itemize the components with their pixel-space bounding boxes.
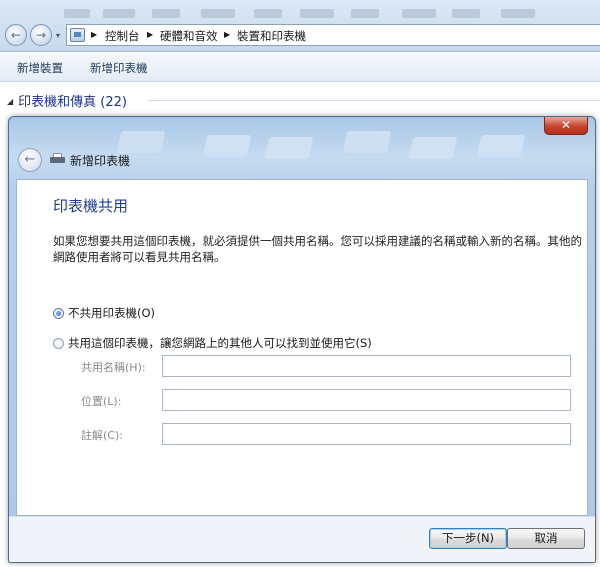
wizard-back-button[interactable]: ← [18, 148, 42, 172]
sharing-description: 如果您想要共用這個印表機，就必須提供一個共用名稱。您可以採用建議的名稱或輸入新的… [53, 234, 582, 264]
no-share-radio[interactable] [53, 308, 64, 319]
breadcrumb-separator-icon: ▶ [91, 30, 98, 39]
breadcrumb-separator-icon[interactable]: ▶ [147, 30, 153, 39]
share-label[interactable]: 共用這個印表機，讓您網路上的其他人可以找到並使用它(S) [68, 336, 372, 350]
close-button[interactable]: ✕ [544, 117, 588, 135]
group-divider [148, 100, 600, 101]
breadcrumb-devices-printers[interactable]: 裝置和印表機 [237, 28, 306, 44]
nav-history-chevron-icon[interactable]: ▾ [56, 31, 60, 40]
cancel-button[interactable]: 取消 [507, 528, 585, 549]
explorer-toolbar: ← → ▾ ▶ 控制台 ▶ 硬體和音效 ▶ 裝置和印表機 [0, 0, 600, 52]
menu-ghost [201, 9, 235, 18]
no-share-option[interactable]: 不共用印表機(O) [53, 305, 155, 321]
control-panel-icon [70, 28, 85, 42]
wizard-content: 印表機共用 如果您想要共用這個印表機，就必須提供一個共用名稱。您可以採用建議的名… [16, 179, 588, 516]
glass-printer-decoration [476, 135, 526, 157]
glass-printer-decoration [264, 137, 314, 159]
share-name-input[interactable] [162, 355, 571, 377]
menu-ghost [152, 9, 180, 18]
comment-label: 註解(C): [81, 429, 123, 442]
printer-group-header[interactable]: ◢ 印表機和傳真 (22) [7, 91, 127, 110]
share-radio[interactable] [53, 338, 64, 349]
breadcrumb-control-panel[interactable]: 控制台 [105, 28, 140, 44]
menu-ghost [300, 9, 334, 18]
collapse-triangle-icon[interactable]: ◢ [7, 97, 13, 106]
menu-ghost [64, 9, 90, 18]
add-device-button[interactable]: 新增裝置 [17, 60, 63, 76]
glass-printer-decoration [342, 131, 392, 153]
group-header-label: 印表機和傳真 (22) [18, 95, 127, 110]
menu-ghost [254, 9, 282, 18]
breadcrumb-separator-icon[interactable]: ▶ [224, 30, 230, 39]
add-printer-button[interactable]: 新增印表機 [90, 60, 148, 76]
menu-ghost [103, 9, 135, 18]
address-bar[interactable]: ▶ 控制台 ▶ 硬體和音效 ▶ 裝置和印表機 [66, 24, 600, 46]
menu-ghost [501, 9, 535, 18]
location-label: 位置(L): [81, 395, 122, 408]
glass-printer-decoration [116, 131, 166, 153]
share-name-label: 共用名稱(H): [81, 361, 146, 374]
menu-ghost [402, 9, 436, 18]
page-title: 印表機共用 [53, 197, 129, 215]
glass-printer-decoration [408, 137, 458, 159]
menu-ghost [452, 9, 480, 18]
close-icon: ✕ [560, 118, 572, 132]
menu-ghost [351, 9, 379, 18]
comment-input[interactable] [162, 423, 571, 445]
forward-arrow-icon[interactable]: → [30, 24, 52, 46]
glass-printer-decoration [202, 135, 252, 157]
printer-icon [50, 153, 65, 165]
no-share-label[interactable]: 不共用印表機(O) [68, 306, 155, 320]
back-arrow-icon: ← [24, 152, 36, 167]
wizard-footer: 下一步(N) 取消 [9, 516, 595, 562]
share-option[interactable]: 共用這個印表機，讓您網路上的其他人可以找到並使用它(S) [53, 335, 372, 351]
command-bar: 新增裝置 新增印表機 [0, 53, 600, 82]
breadcrumb-hardware-sound[interactable]: 硬體和音效 [160, 28, 218, 44]
add-printer-dialog: ✕ ← 新增印表機 印表機共用 如果您想要共用這個印表機，就必須提供一個共用名稱… [8, 116, 596, 563]
back-arrow-icon[interactable]: ← [5, 24, 27, 46]
location-input[interactable] [162, 389, 571, 411]
wizard-title: 新增印表機 [70, 154, 131, 168]
next-button[interactable]: 下一步(N) [429, 528, 507, 549]
